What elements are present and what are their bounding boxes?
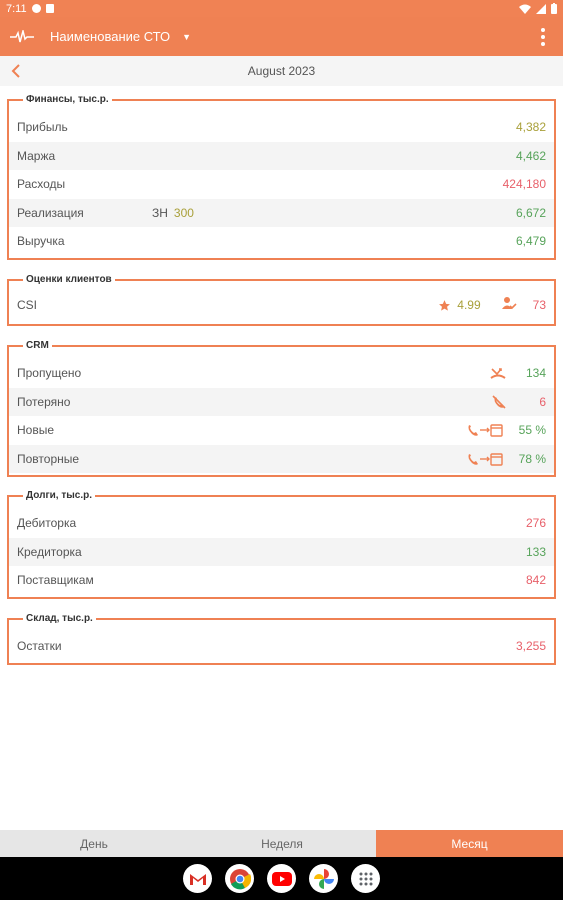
card-legend: Оценки клиентов bbox=[23, 274, 115, 286]
crm-row[interactable]: Потеряно 6 bbox=[9, 387, 554, 416]
row-value: 276 bbox=[525, 516, 546, 531]
heartbeat-logo-icon[interactable] bbox=[0, 17, 44, 56]
chevron-left-icon[interactable] bbox=[8, 62, 24, 80]
card-legend: Склад, тыс.р. bbox=[23, 613, 96, 625]
row-value: 3,255 bbox=[515, 639, 546, 654]
tab-week[interactable]: Неделя bbox=[188, 830, 376, 857]
gmail-icon[interactable] bbox=[183, 864, 212, 893]
finance-row[interactable]: Расходы 424,180 bbox=[9, 170, 554, 199]
signal-icon bbox=[536, 3, 546, 14]
row-label: Прибыль bbox=[17, 120, 68, 135]
notification-icon bbox=[31, 4, 41, 13]
user-check-icon bbox=[501, 296, 517, 314]
crm-row[interactable]: Новые 55 % bbox=[9, 416, 554, 445]
row-label: Расходы bbox=[17, 177, 66, 192]
warehouse-row[interactable]: Остатки 3,255 bbox=[9, 632, 554, 661]
row-value: 6,479 bbox=[515, 234, 546, 249]
app-drawer-icon[interactable] bbox=[351, 864, 380, 893]
row-label: Дебиторка bbox=[17, 516, 77, 531]
finance-row[interactable]: Прибыль 4,382 bbox=[9, 113, 554, 142]
csi-score-group: 4.99 bbox=[438, 298, 481, 313]
row-value: 842 bbox=[525, 573, 546, 588]
crm-row[interactable]: Повторные 78 % bbox=[9, 444, 554, 473]
notification-icon-2 bbox=[45, 4, 54, 13]
status-bar: 7:11 bbox=[0, 0, 563, 17]
work-orders-label: ЗН bbox=[152, 205, 168, 220]
debts-row[interactable]: Поставщикам 842 bbox=[9, 566, 554, 595]
crm-card: CRM Пропущено 134 Потеряно 6 Новые 55 % … bbox=[7, 340, 556, 477]
station-name[interactable]: Наименование СТО bbox=[50, 29, 170, 44]
row-value: 6,672 bbox=[515, 205, 546, 220]
card-legend: CRM bbox=[23, 340, 52, 352]
row-value: 4,382 bbox=[515, 120, 546, 135]
crm-row[interactable]: Пропущено 134 bbox=[9, 359, 554, 388]
finance-row[interactable]: Выручка 6,479 bbox=[9, 227, 554, 256]
row-label: Потеряно bbox=[17, 394, 71, 409]
wifi-icon bbox=[519, 4, 531, 14]
app-bar: Наименование СТО ▼ bbox=[0, 17, 563, 56]
period-tabs: День Неделя Месяц bbox=[0, 830, 563, 857]
row-value: 55 % bbox=[518, 423, 546, 438]
call-to-calendar-icon bbox=[467, 452, 503, 466]
debts-row[interactable]: Дебиторка 276 bbox=[9, 509, 554, 538]
row-value: 78 % bbox=[518, 451, 546, 466]
csi-label: CSI bbox=[17, 298, 38, 313]
system-dock bbox=[0, 857, 563, 900]
more-menu-icon[interactable] bbox=[523, 27, 563, 46]
warehouse-card: Склад, тыс.р. Остатки 3,255 bbox=[7, 613, 556, 665]
work-orders: ЗН 300 bbox=[152, 206, 194, 220]
row-value: 424,180 bbox=[502, 177, 546, 192]
row-label: Остатки bbox=[17, 639, 62, 654]
date-bar: August 2023 bbox=[0, 56, 563, 86]
finance-row[interactable]: Маржа 4,462 bbox=[9, 141, 554, 170]
card-legend: Долги, тыс.р. bbox=[23, 490, 95, 502]
tab-month[interactable]: Месяц bbox=[376, 830, 563, 857]
row-label: Реализация bbox=[17, 205, 84, 220]
row-value: 4,462 bbox=[515, 148, 546, 163]
row-label: Выручка bbox=[17, 234, 65, 249]
row-label: Поставщикам bbox=[17, 573, 94, 588]
row-value: 6 bbox=[539, 394, 546, 409]
tab-day[interactable]: День bbox=[0, 830, 188, 857]
csi-count: 73 bbox=[532, 298, 546, 313]
csi-score: 4.99 bbox=[457, 298, 481, 313]
row-value: 134 bbox=[525, 366, 546, 381]
row-label: Повторные bbox=[17, 451, 80, 466]
row-value: 133 bbox=[525, 544, 546, 559]
row-label: Пропущено bbox=[17, 366, 82, 381]
call-to-calendar-icon bbox=[467, 423, 503, 437]
youtube-icon[interactable] bbox=[267, 864, 296, 893]
lost-call-icon bbox=[492, 395, 506, 409]
chevron-down-icon[interactable]: ▼ bbox=[182, 32, 191, 42]
period-label: August 2023 bbox=[247, 64, 316, 78]
battery-icon bbox=[551, 3, 557, 14]
row-label: Новые bbox=[17, 423, 55, 438]
debts-row[interactable]: Кредиторка 133 bbox=[9, 537, 554, 566]
row-label: Кредиторка bbox=[17, 544, 82, 559]
finance-card: Финансы, тыс.р. Прибыль 4,382 Маржа 4,46… bbox=[7, 94, 556, 260]
debts-card: Долги, тыс.р. Дебиторка 276 Кредиторка 1… bbox=[7, 490, 556, 599]
status-time: 7:11 bbox=[6, 2, 27, 15]
csi-row[interactable]: CSI 4.99 73 bbox=[9, 291, 554, 320]
card-legend: Финансы, тыс.р. bbox=[23, 94, 112, 106]
row-label: Маржа bbox=[17, 148, 56, 163]
chrome-icon[interactable] bbox=[225, 864, 254, 893]
photos-icon[interactable] bbox=[309, 864, 338, 893]
star-icon bbox=[439, 299, 451, 311]
work-orders-value: 300 bbox=[173, 205, 194, 220]
finance-row[interactable]: Реализация ЗН 300 6,672 bbox=[9, 198, 554, 227]
missed-call-icon bbox=[490, 366, 506, 380]
ratings-card: Оценки клиентов CSI 4.99 73 bbox=[7, 274, 556, 326]
